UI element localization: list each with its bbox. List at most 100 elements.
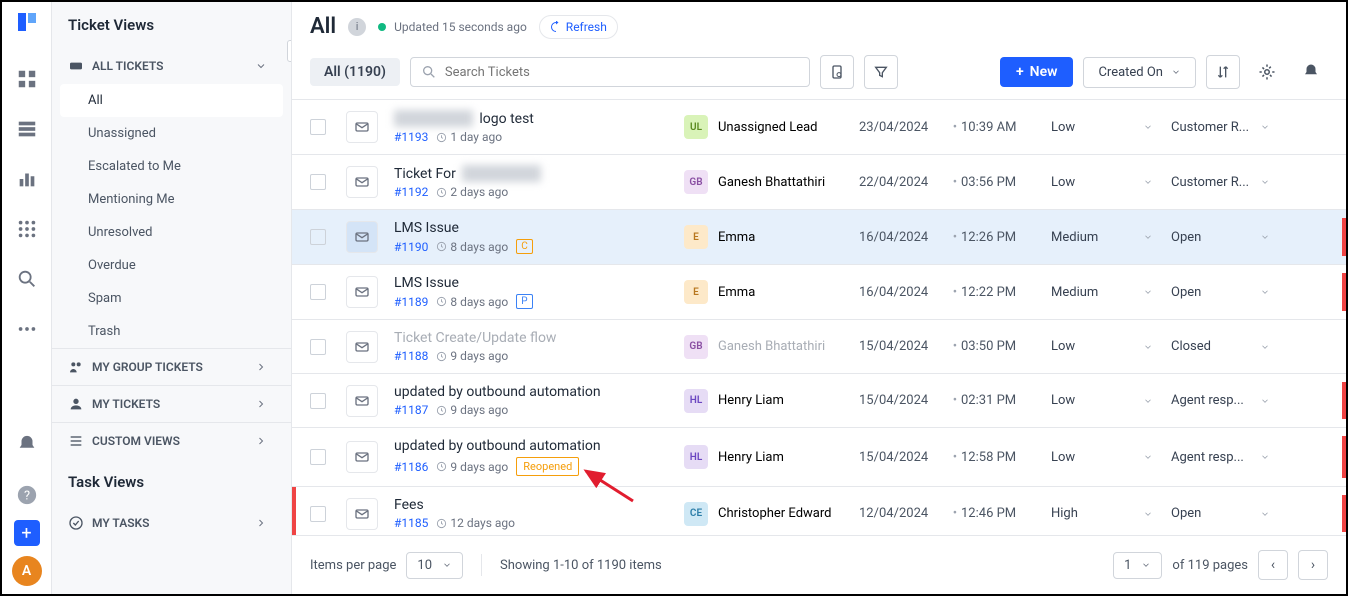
section-my-tasks[interactable]: MY TASKS: [52, 505, 291, 541]
ticket-title: updated by outbound automation: [394, 438, 684, 454]
refresh-button[interactable]: Refresh: [539, 15, 618, 39]
clipboard-search-button[interactable]: [820, 55, 854, 89]
chart-icon[interactable]: [16, 168, 38, 190]
priority-dropdown[interactable]: Medium: [1051, 285, 1171, 300]
page-select[interactable]: 1: [1113, 552, 1162, 579]
assignee-name: Emma: [718, 230, 755, 245]
sidebar-item-mentioning-me[interactable]: Mentioning Me: [52, 183, 291, 216]
ticket-id[interactable]: #1186: [394, 460, 428, 474]
ticket-id[interactable]: #1185: [394, 516, 428, 530]
section-my-tickets[interactable]: MY TICKETS: [52, 386, 291, 422]
status-dropdown[interactable]: Agent resp...: [1171, 450, 1276, 465]
collapse-sidebar-button[interactable]: ‹: [287, 40, 292, 62]
row-checkbox[interactable]: [310, 393, 326, 409]
notifications-button[interactable]: [1294, 55, 1328, 89]
settings-button[interactable]: [1250, 55, 1284, 89]
priority-dropdown[interactable]: Medium: [1051, 230, 1171, 245]
section-all-tickets[interactable]: ALL TICKETS: [52, 48, 291, 84]
ticket-age: 2 days ago: [436, 185, 508, 199]
sidebar-item-unresolved[interactable]: Unresolved: [52, 216, 291, 249]
ticket-row[interactable]: Ticket For ████████#1192 2 days agoGBGan…: [292, 155, 1346, 210]
sidebar-item-overdue[interactable]: Overdue: [52, 249, 291, 282]
section-custom-views[interactable]: CUSTOM VIEWS: [52, 423, 291, 459]
page-title: All: [310, 14, 336, 39]
assignee-cell: HLHenry Liam: [684, 445, 859, 469]
ticket-row[interactable]: ████████ logo test#1193 1 day agoULUnass…: [292, 100, 1346, 155]
add-button[interactable]: +: [14, 520, 40, 546]
next-page-button[interactable]: ›: [1298, 550, 1328, 580]
status-dropdown[interactable]: Open: [1171, 506, 1276, 521]
ticket-age: 9 days ago: [436, 460, 508, 474]
help-icon[interactable]: ?: [16, 484, 38, 506]
prev-page-button[interactable]: ‹: [1258, 550, 1288, 580]
date-cell: 22/04/2024: [859, 175, 949, 190]
filter-button[interactable]: [864, 55, 898, 89]
sidebar: ‹ Ticket Views ALL TICKETS AllUnassigned…: [52, 2, 292, 594]
chevron-down-icon: [1260, 452, 1270, 462]
ticket-id[interactable]: #1189: [394, 295, 428, 309]
app-logo-icon: [15, 10, 39, 34]
row-checkbox[interactable]: [310, 119, 326, 135]
row-checkbox[interactable]: [310, 284, 326, 300]
row-checkbox[interactable]: [310, 174, 326, 190]
ticket-id[interactable]: #1192: [394, 185, 428, 199]
status-dropdown[interactable]: Customer R...: [1171, 120, 1276, 135]
date-cell: 12/04/2024: [859, 506, 949, 521]
sidebar-item-unassigned[interactable]: Unassigned: [52, 117, 291, 150]
ticket-row[interactable]: Ticket Create/Update flow#1188 9 days ag…: [292, 320, 1346, 374]
table-icon[interactable]: [16, 118, 38, 140]
ticket-row[interactable]: updated by outbound automation #1186 9 da…: [292, 428, 1346, 487]
sort-direction-button[interactable]: [1206, 55, 1240, 89]
section-my-group-tickets[interactable]: MY GROUP TICKETS: [52, 349, 291, 385]
priority-dropdown[interactable]: High: [1051, 506, 1171, 521]
status-dropdown[interactable]: Closed: [1171, 339, 1276, 354]
ticket-row[interactable]: updated by outbound automation#1187 9 da…: [292, 374, 1346, 428]
search-input-wrapper[interactable]: [410, 57, 810, 87]
ticket-row[interactable]: LMS Issue#1190 8 days agoCEEmma16/04/202…: [292, 210, 1346, 265]
sidebar-item-escalated-to-me[interactable]: Escalated to Me: [52, 150, 291, 183]
ticket-title: Fees: [394, 497, 684, 513]
new-button[interactable]: +New: [1000, 57, 1073, 87]
task-views-title: Task Views: [52, 459, 291, 505]
sidebar-item-trash[interactable]: Trash: [52, 315, 291, 348]
channel-icon-wrapper: [346, 385, 378, 417]
row-checkbox[interactable]: [310, 339, 326, 355]
plus-icon: +: [1016, 64, 1024, 80]
priority-dropdown[interactable]: Low: [1051, 450, 1171, 465]
apps-icon[interactable]: [16, 218, 38, 240]
date-cell: 16/04/2024: [859, 230, 949, 245]
sliders-icon: [68, 433, 84, 449]
sidebar-item-all[interactable]: All: [60, 84, 283, 117]
status-dropdown[interactable]: Agent resp...: [1171, 393, 1276, 408]
search-input[interactable]: [445, 65, 799, 80]
ticket-row[interactable]: LMS Issue#1189 8 days agoPEEmma16/04/202…: [292, 265, 1346, 320]
sidebar-item-spam[interactable]: Spam: [52, 282, 291, 315]
filter-chip-all[interactable]: All (1190): [310, 58, 400, 86]
priority-dropdown[interactable]: Low: [1051, 339, 1171, 354]
sort-dropdown[interactable]: Created On: [1083, 57, 1196, 88]
row-checkbox[interactable]: [310, 449, 326, 465]
items-per-page-select[interactable]: 10: [406, 552, 463, 579]
user-avatar[interactable]: A: [12, 556, 42, 586]
ticket-id[interactable]: #1193: [394, 130, 428, 144]
ticket-id[interactable]: #1188: [394, 349, 428, 363]
row-checkbox[interactable]: [310, 506, 326, 522]
info-icon[interactable]: i: [348, 18, 366, 36]
priority-dropdown[interactable]: Low: [1051, 393, 1171, 408]
ticket-id[interactable]: #1187: [394, 403, 428, 417]
dashboard-icon[interactable]: [16, 68, 38, 90]
priority-dropdown[interactable]: Low: [1051, 175, 1171, 190]
chevron-down-icon: [1143, 287, 1153, 297]
bell-icon[interactable]: [16, 434, 38, 456]
status-dropdown[interactable]: Open: [1171, 230, 1276, 245]
status-dropdown[interactable]: Customer R...: [1171, 175, 1276, 190]
row-checkbox[interactable]: [310, 229, 326, 245]
chevron-down-icon: [1260, 509, 1270, 519]
sla-indicator: [1342, 436, 1346, 478]
status-dropdown[interactable]: Open: [1171, 285, 1276, 300]
more-icon[interactable]: [16, 318, 38, 340]
ticket-row[interactable]: Fees#1185 12 days agoCEChristopher Edwar…: [292, 487, 1346, 535]
search-icon[interactable]: [16, 268, 38, 290]
priority-dropdown[interactable]: Low: [1051, 120, 1171, 135]
ticket-id[interactable]: #1190: [394, 240, 428, 254]
